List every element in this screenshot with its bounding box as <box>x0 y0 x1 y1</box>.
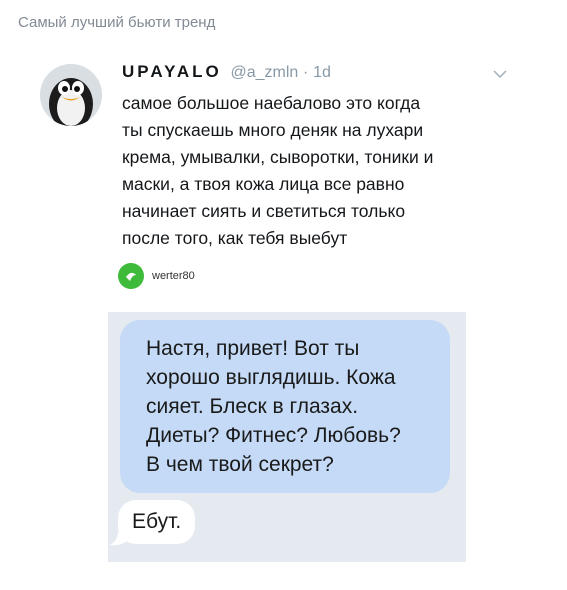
tweet-card: UPAYALO @a_zmln · 1d самое большое наеба… <box>30 52 540 300</box>
message-line: хорошо выглядишь. Кожа <box>146 366 396 389</box>
watermark: werter80 <box>118 263 195 289</box>
message-line: сияет. Блеск в глазах. <box>146 395 359 418</box>
incoming-message-bubble: Настя, привет! Вот ты хорошо выглядишь. … <box>120 320 450 493</box>
tweet-text-line: ты спускаешь много деняк на лухари <box>122 120 424 140</box>
watermark-text: werter80 <box>152 270 195 282</box>
display-name[interactable]: UPAYALO <box>122 62 222 81</box>
chat-screenshot: Настя, привет! Вот ты хорошо выглядишь. … <box>108 312 466 562</box>
avatar[interactable] <box>40 64 102 126</box>
tweet-text-line: самое большое наебалово это когда <box>122 93 421 113</box>
message-line: Диеты? Фитнес? Любовь? <box>146 424 401 447</box>
separator-dot: · <box>303 64 309 81</box>
user-handle[interactable]: @a_zmln <box>230 64 298 81</box>
tweet-text: самое большое наебалово это когда ты спу… <box>122 90 522 252</box>
tweet-text-line: крема, умывалки, сыворотки, тоники и <box>122 147 434 167</box>
tweet-text-line: маски, а твоя кожа лица все равно <box>122 174 405 194</box>
message-line: Настя, привет! Вот ты <box>146 337 360 360</box>
tweet-text-line: начинает сиять и светиться только <box>122 201 406 221</box>
tweet-text-line: после того, как тебя выебут <box>122 228 348 248</box>
penguin-avatar-icon <box>40 64 102 126</box>
werter-logo-icon <box>118 263 144 289</box>
tweet-header: UPAYALO @a_zmln · 1d <box>122 62 331 82</box>
reply-message-bubble: Ебут. <box>118 500 196 544</box>
tweet-time[interactable]: 1d <box>313 64 331 81</box>
chevron-down-icon[interactable] <box>492 68 508 80</box>
message-line: В чем твой секрет? <box>146 453 334 476</box>
post-title: Самый лучший бьюти тренд <box>18 14 216 31</box>
